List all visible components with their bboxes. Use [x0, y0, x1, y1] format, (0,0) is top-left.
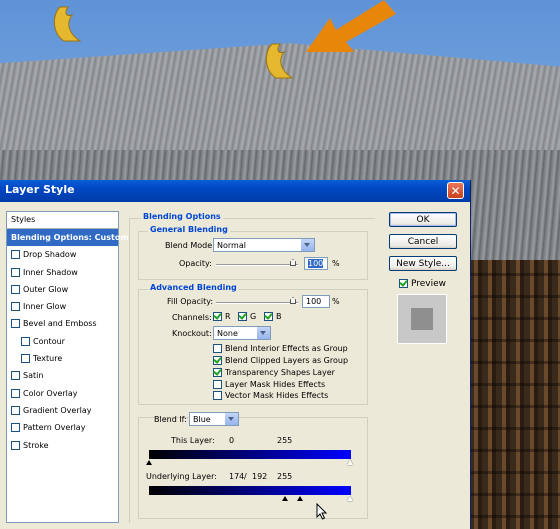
- styles-item-blending-options[interactable]: Blending Options: Custom: [7, 229, 129, 247]
- preview-swatch: [397, 294, 447, 344]
- opacity-label: Opacity:: [179, 259, 212, 268]
- option-blend-interior[interactable]: Blend Interior Effects as Group: [213, 344, 348, 353]
- styles-item-outer-glow[interactable]: Outer Glow: [7, 281, 118, 298]
- option-blend-clipped[interactable]: Blend Clipped Layers as Group: [213, 356, 348, 365]
- close-icon: ✕: [450, 184, 461, 198]
- underlying-black-slider-left[interactable]: [282, 496, 288, 501]
- ok-button[interactable]: OK: [389, 212, 457, 227]
- vector-mask-hides-checkbox[interactable]: [213, 391, 222, 400]
- golden-ornament-right: [266, 43, 294, 79]
- option-vector-mask-hides[interactable]: Vector Mask Hides Effects: [213, 391, 328, 400]
- bevel-emboss-checkbox[interactable]: [11, 319, 20, 329]
- texture-checkbox[interactable]: [21, 354, 30, 364]
- chevron-down-icon: [256, 327, 270, 339]
- underlying-white-slider[interactable]: [347, 496, 353, 501]
- blend-if-group: [138, 417, 368, 519]
- channel-b-checkbox[interactable]: [264, 312, 273, 321]
- channel-r-checkbox[interactable]: [213, 312, 222, 321]
- this-layer-black-slider[interactable]: [146, 460, 152, 465]
- stroke-checkbox[interactable]: [11, 440, 20, 450]
- contour-checkbox[interactable]: [21, 336, 30, 346]
- blend-clipped-checkbox[interactable]: [213, 356, 222, 365]
- channels-label: Channels:: [172, 313, 212, 322]
- chevron-down-icon: [224, 413, 238, 425]
- gradient-overlay-checkbox[interactable]: [11, 405, 20, 415]
- underlying-layer-label: Underlying Layer:: [146, 472, 217, 481]
- channel-b[interactable]: B: [264, 312, 282, 321]
- fill-opacity-input[interactable]: 100: [302, 295, 330, 308]
- styles-item-gradient-overlay[interactable]: Gradient Overlay: [7, 402, 118, 419]
- close-button[interactable]: ✕: [447, 182, 464, 199]
- dialog-titlebar[interactable]: Layer Style ✕: [0, 180, 470, 202]
- styles-item-bevel-emboss[interactable]: Bevel and Emboss: [7, 315, 118, 332]
- this-layer-high-value: 255: [277, 436, 293, 445]
- blend-interior-checkbox[interactable]: [213, 344, 222, 353]
- styles-item-drop-shadow[interactable]: Drop Shadow: [7, 246, 118, 263]
- blend-mode-label: Blend Mode:: [165, 241, 215, 250]
- satin-checkbox[interactable]: [11, 371, 20, 381]
- dialog-title: Layer Style: [5, 183, 75, 196]
- orange-arrow-icon: [306, 0, 396, 52]
- transparency-shapes-checkbox[interactable]: [213, 368, 222, 377]
- underlying-layer-gradient[interactable]: [149, 486, 351, 495]
- inner-glow-checkbox[interactable]: [11, 302, 20, 312]
- outer-glow-checkbox[interactable]: [11, 284, 20, 294]
- styles-item-texture[interactable]: Texture: [7, 350, 118, 367]
- styles-item-pattern-overlay[interactable]: Pattern Overlay: [7, 419, 118, 436]
- styles-header[interactable]: Styles: [7, 212, 118, 229]
- this-layer-gradient[interactable]: [149, 450, 351, 459]
- fill-opacity-slider[interactable]: [216, 302, 298, 304]
- fill-opacity-label: Fill Opacity:: [167, 297, 214, 306]
- styles-item-contour[interactable]: Contour: [7, 333, 118, 350]
- knockout-label: Knockout:: [172, 329, 212, 338]
- channel-g-checkbox[interactable]: [238, 312, 247, 321]
- preview-checkbox-row[interactable]: Preview: [399, 279, 446, 289]
- advanced-blending-title: Advanced Blending: [148, 283, 239, 292]
- styles-item-color-overlay[interactable]: Color Overlay: [7, 385, 118, 402]
- this-layer-label: This Layer:: [171, 436, 215, 445]
- opacity-input[interactable]: 100: [304, 257, 328, 270]
- layer-mask-hides-checkbox[interactable]: [213, 380, 222, 389]
- inner-shadow-checkbox[interactable]: [11, 267, 20, 277]
- blending-options-title: Blending Options: [141, 212, 223, 221]
- blend-if-select[interactable]: Blue: [189, 412, 239, 426]
- chevron-down-icon: [300, 239, 314, 251]
- option-layer-mask-hides[interactable]: Layer Mask Hides Effects: [213, 380, 325, 389]
- underlying-high-value: 255: [277, 472, 293, 481]
- preview-checkbox[interactable]: [399, 279, 408, 288]
- knockout-select[interactable]: None: [213, 326, 271, 340]
- drop-shadow-checkbox[interactable]: [11, 250, 20, 260]
- cancel-button[interactable]: Cancel: [389, 234, 457, 249]
- fill-opacity-unit: %: [332, 297, 340, 306]
- color-overlay-checkbox[interactable]: [11, 388, 20, 398]
- this-layer-white-slider[interactable]: [347, 460, 353, 465]
- blend-if-label: Blend If:: [154, 415, 187, 424]
- styles-item-inner-glow[interactable]: Inner Glow: [7, 298, 118, 315]
- mouse-cursor-icon: [316, 503, 328, 520]
- underlying-separator: /: [244, 472, 247, 481]
- preview-swatch-inner: [411, 308, 433, 330]
- new-style-button[interactable]: New Style...: [389, 256, 457, 271]
- golden-ornament-left: [54, 6, 82, 42]
- styles-item-inner-shadow[interactable]: Inner Shadow: [7, 264, 118, 281]
- styles-list: Styles Blending Options: Custom Drop Sha…: [6, 211, 129, 523]
- option-transparency-shapes[interactable]: Transparency Shapes Layer: [213, 368, 335, 377]
- opacity-unit: %: [332, 259, 340, 268]
- underlying-black-slider-right[interactable]: [297, 496, 303, 501]
- underlying-low-value: 174: [229, 472, 245, 481]
- layer-style-dialog: Layer Style ✕ Styles Blending Options: C…: [0, 180, 470, 529]
- channel-r[interactable]: R: [213, 312, 231, 321]
- styles-item-stroke[interactable]: Stroke: [7, 437, 118, 454]
- general-blending-title: General Blending: [148, 225, 230, 234]
- blend-mode-select[interactable]: Normal: [213, 238, 315, 252]
- underlying-mid-value: 192: [252, 472, 268, 481]
- opacity-slider[interactable]: [216, 264, 298, 266]
- styles-item-satin[interactable]: Satin: [7, 367, 118, 384]
- pattern-overlay-checkbox[interactable]: [11, 423, 20, 433]
- channel-g[interactable]: G: [238, 312, 256, 321]
- this-layer-low-value: 0: [229, 436, 235, 445]
